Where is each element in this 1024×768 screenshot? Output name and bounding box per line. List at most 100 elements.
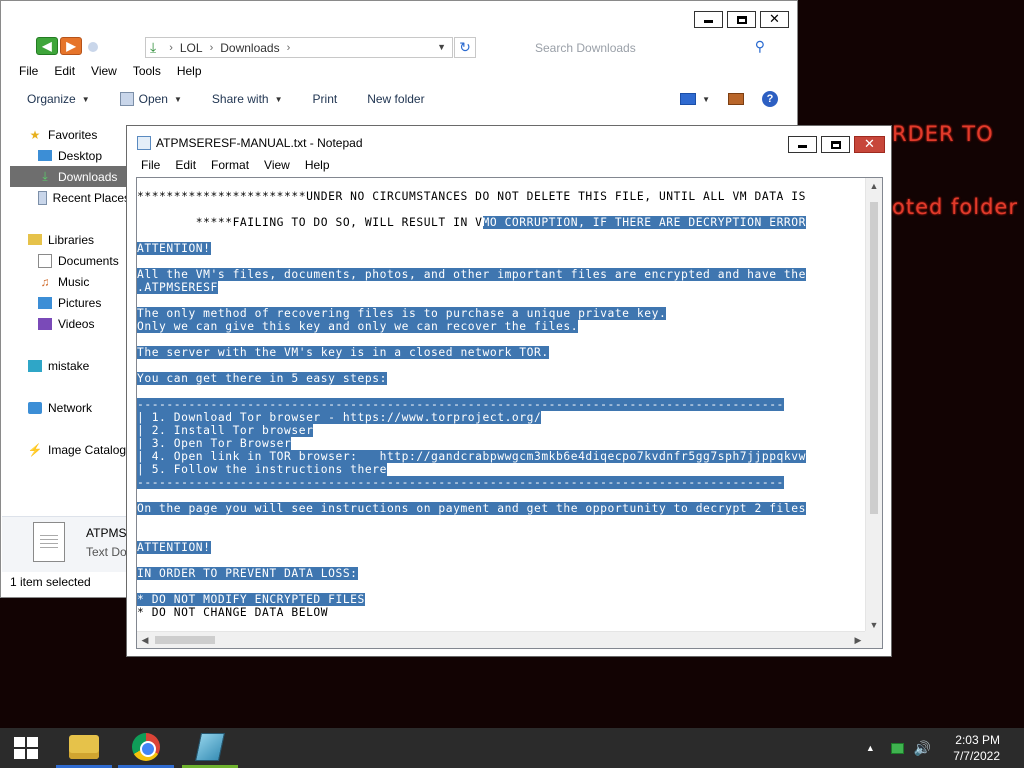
notepad-text-area[interactable]: ***********************UNDER NO CIRCUMST… [136, 177, 883, 649]
nav-image-catalog[interactable]: ⚡ Image Catalog [10, 439, 130, 460]
taskbar-notepad[interactable] [182, 728, 238, 768]
minimize-button[interactable] [694, 11, 723, 28]
menu-format[interactable]: Format [211, 158, 249, 172]
menu-file[interactable]: File [19, 64, 38, 78]
menu-edit[interactable]: Edit [54, 64, 75, 78]
text-line: * DO NOT MODIFY ENCRYPTED FILES [137, 593, 866, 606]
notepad-title-text: ATPMSERESF-MANUAL.txt - Notepad [156, 136, 363, 150]
breadcrumb-lol[interactable]: LOL [180, 41, 203, 55]
close-icon: ✕ [864, 137, 875, 152]
navigation-pane: ★ Favorites Desktop ⤓ Downloads Recent Pla… [10, 124, 130, 460]
text-line-selected: | 2. Install Tor browser [137, 424, 314, 437]
nav-downloads[interactable]: ⤓ Downloads [10, 166, 130, 187]
address-row: ◀ ▶ ⤓ › LOL › Downloads › ▼ ↻ Search Dow… [1, 35, 797, 59]
menu-help[interactable]: Help [177, 64, 202, 78]
network-status-icon[interactable] [890, 742, 904, 754]
horizontal-scrollbar[interactable]: ◀ ▶ [137, 631, 866, 648]
open-button[interactable]: Open ▼ [119, 92, 182, 106]
notepad-icon [137, 136, 151, 150]
text-line-selected: The server with the VM's key is in a clo… [137, 346, 549, 359]
nav-videos[interactable]: Videos [10, 313, 130, 334]
clock[interactable]: 2:03 PM 7/7/2022 [953, 732, 1000, 764]
search-input[interactable]: Search Downloads ⚲ [479, 37, 779, 58]
chevron-right-icon[interactable]: › [169, 42, 173, 54]
start-button[interactable] [14, 737, 38, 759]
change-view-button[interactable]: ▼ [680, 93, 710, 105]
menu-file[interactable]: File [141, 158, 160, 172]
text-line-selected: | 4. Open link in TOR browser: http://ga… [137, 450, 806, 463]
nav-mistake[interactable]: mistake [10, 355, 130, 376]
notepad-content[interactable]: ***********************UNDER NO CIRCUMST… [137, 190, 866, 630]
text-line-selected: IN ORDER TO PREVENT DATA LOSS: [137, 567, 358, 580]
vertical-scroll-thumb[interactable] [870, 202, 878, 514]
explorer-toolbar: Organize ▼ Open ▼ Share with ▼ Print New fo… [2, 87, 798, 111]
text-line-plain: ***********************UNDER NO CIRCUMST… [137, 190, 806, 203]
text-line-selected: * DO NOT MODIFY ENCRYPTED FILES [137, 593, 365, 606]
nav-network[interactable]: Network [10, 397, 130, 418]
breadcrumb-downloads[interactable]: Downloads [220, 41, 279, 55]
nav-music[interactable]: ♫ Music [10, 271, 130, 292]
menu-help[interactable]: Help [305, 158, 330, 172]
chevron-right-icon[interactable]: ▶ [850, 632, 866, 648]
address-bar[interactable]: ⤓ › LOL › Downloads › ▼ [145, 37, 453, 58]
nav-recent-places[interactable]: Recent Places [10, 187, 130, 208]
show-hidden-icons-icon[interactable]: ▲ [866, 743, 875, 753]
nav-pictures[interactable]: Pictures [10, 292, 130, 313]
text-line: On the page you will see instructions on… [137, 502, 866, 515]
chevron-up-icon[interactable]: ▲ [866, 178, 882, 194]
organize-button[interactable]: Organize ▼ [27, 92, 90, 106]
text-line: All the VM's files, documents, photos, a… [137, 268, 866, 281]
vertical-scrollbar[interactable]: ▲ ▼ [865, 178, 882, 633]
menu-view[interactable]: View [264, 158, 290, 172]
refresh-button[interactable]: ↻ [454, 37, 476, 58]
menu-edit[interactable]: Edit [175, 158, 196, 172]
documents-icon [38, 253, 52, 268]
nav-documents[interactable]: Documents [10, 250, 130, 271]
text-line: ***********************UNDER NO CIRCUMST… [137, 190, 866, 203]
chevron-down-icon: ▼ [81, 94, 90, 104]
nav-label: Documents [58, 253, 119, 268]
close-button[interactable]: ✕ [854, 136, 885, 153]
search-icon[interactable]: ⚲ [755, 38, 765, 55]
forward-button[interactable]: ▶ [60, 37, 82, 55]
preview-pane-icon[interactable] [728, 93, 744, 105]
menu-tools[interactable]: Tools [133, 64, 161, 78]
text-line: | 5. Follow the instructions there [137, 463, 866, 476]
text-line [137, 294, 866, 307]
text-line: ----------------------------------------… [137, 476, 866, 489]
minimize-button[interactable] [788, 136, 817, 153]
close-icon: ✕ [769, 12, 780, 27]
horizontal-scroll-thumb[interactable] [155, 636, 215, 644]
new-folder-button[interactable]: New folder [367, 92, 424, 106]
nav-favorites[interactable]: ★ Favorites [10, 124, 130, 145]
chevron-down-icon[interactable]: ▼ [437, 42, 446, 52]
volume-icon[interactable]: 🔊 [914, 740, 931, 757]
toolbar-right: ▼ ? [680, 91, 778, 107]
nav-desktop[interactable]: Desktop [10, 145, 130, 166]
maximize-button[interactable] [727, 11, 756, 28]
details-file-name: ATPMS [86, 526, 127, 540]
organize-label: Organize [27, 92, 76, 106]
videos-icon [38, 317, 52, 330]
chevron-left-icon[interactable]: ◀ [137, 632, 153, 648]
text-line-plain: *****FAILING TO DO SO, WILL RESULT IN V [137, 216, 483, 229]
nav-libraries[interactable]: Libraries [10, 229, 130, 250]
chevron-right-icon[interactable]: › [210, 42, 214, 54]
text-line-selected: ----------------------------------------… [137, 476, 784, 489]
close-button[interactable]: ✕ [760, 11, 789, 28]
size-grip[interactable] [865, 631, 882, 648]
menu-view[interactable]: View [91, 64, 117, 78]
libraries-icon [28, 234, 42, 245]
back-button[interactable]: ◀ [36, 37, 58, 55]
network-icon [28, 401, 42, 414]
taskbar-chrome[interactable] [118, 728, 174, 768]
recent-locations-dropdown[interactable] [88, 42, 98, 52]
chevron-right-icon[interactable]: › [287, 42, 291, 54]
explorer-titlebar[interactable]: ✕ [1, 1, 797, 34]
share-with-button[interactable]: Share with ▼ [212, 92, 283, 106]
maximize-button[interactable] [821, 136, 850, 153]
print-button[interactable]: Print [313, 92, 338, 106]
notepad-titlebar[interactable]: ATPMSERESF-MANUAL.txt - Notepad ✕ [127, 126, 891, 160]
taskbar-file-explorer[interactable] [56, 728, 112, 768]
help-icon[interactable]: ? [762, 91, 778, 107]
